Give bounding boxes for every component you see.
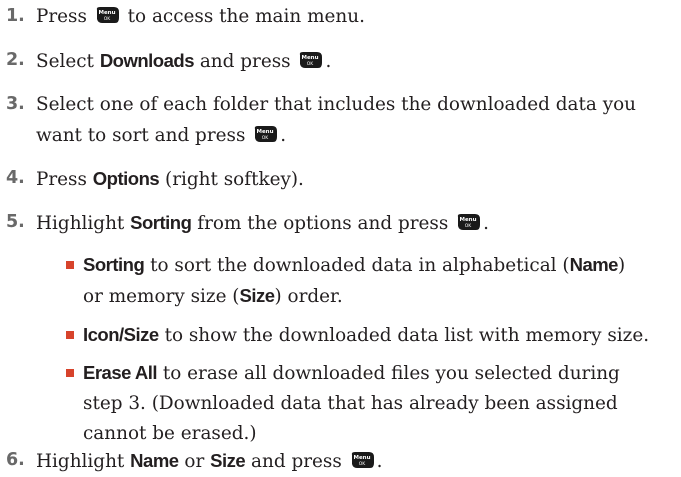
softkey-name: Options (92, 168, 160, 189)
instructions-document: 1. Press to access the main menu. 2. Sel… (0, 0, 681, 477)
step-number: 6. (6, 450, 25, 470)
step-number: 2. (6, 50, 25, 70)
menu-item-name: Downloads (99, 50, 195, 71)
option-name: Erase All (83, 362, 158, 383)
option-text: to erase all downloaded files you select… (162, 363, 620, 384)
menu-ok-key-icon (349, 450, 375, 470)
step-number: 4. (6, 168, 25, 188)
step-text: Press (36, 6, 87, 27)
option-value: Size (210, 450, 246, 471)
step-text: (right softkey). (165, 169, 304, 190)
punctuation: . (376, 451, 383, 472)
option-value: Name (130, 450, 179, 471)
option-text: or memory size ( (83, 286, 240, 307)
step-number: 3. (6, 94, 25, 114)
step-text: and press (199, 51, 291, 72)
option-text: to sort the downloaded data in alphabeti… (150, 255, 570, 276)
step-text: Highlight (36, 213, 125, 234)
step-text: Select one of each folder that includes … (36, 94, 637, 115)
step-text: or (184, 451, 205, 472)
step-text: from the options and press (197, 213, 449, 234)
menu-ok-key-icon (455, 212, 481, 232)
option-value: Size (239, 285, 275, 306)
option-value: Name (569, 254, 619, 275)
menu-item-name: Sorting (130, 212, 192, 233)
step-number: 1. (6, 6, 25, 26)
step-text: to access the main menu. (127, 6, 365, 27)
option-text: ) order. (274, 286, 343, 307)
step-text: Highlight (36, 451, 125, 472)
bullet-square-icon (66, 331, 74, 339)
step-number: 5. (6, 212, 25, 232)
menu-ok-key-icon (252, 124, 278, 144)
bullet-square-icon (66, 369, 74, 377)
menu-ok-key-icon (94, 5, 120, 25)
menu-ok-key-icon (297, 50, 323, 70)
bullet-square-icon (66, 261, 74, 269)
punctuation: . (325, 51, 332, 72)
punctuation: . (483, 213, 489, 234)
option-name: Icon/Size (83, 324, 159, 345)
option-text: step 3. (Downloaded data that has alread… (83, 393, 618, 414)
step-text: want to sort and press (36, 125, 246, 146)
option-text: to show the downloaded data list with me… (164, 325, 650, 346)
step-text: Press (36, 169, 87, 190)
punctuation: . (280, 125, 287, 146)
step-text: Select (36, 51, 94, 72)
option-name: Sorting (83, 254, 145, 275)
step-text: and press (251, 451, 342, 472)
option-text: ) (617, 255, 626, 276)
